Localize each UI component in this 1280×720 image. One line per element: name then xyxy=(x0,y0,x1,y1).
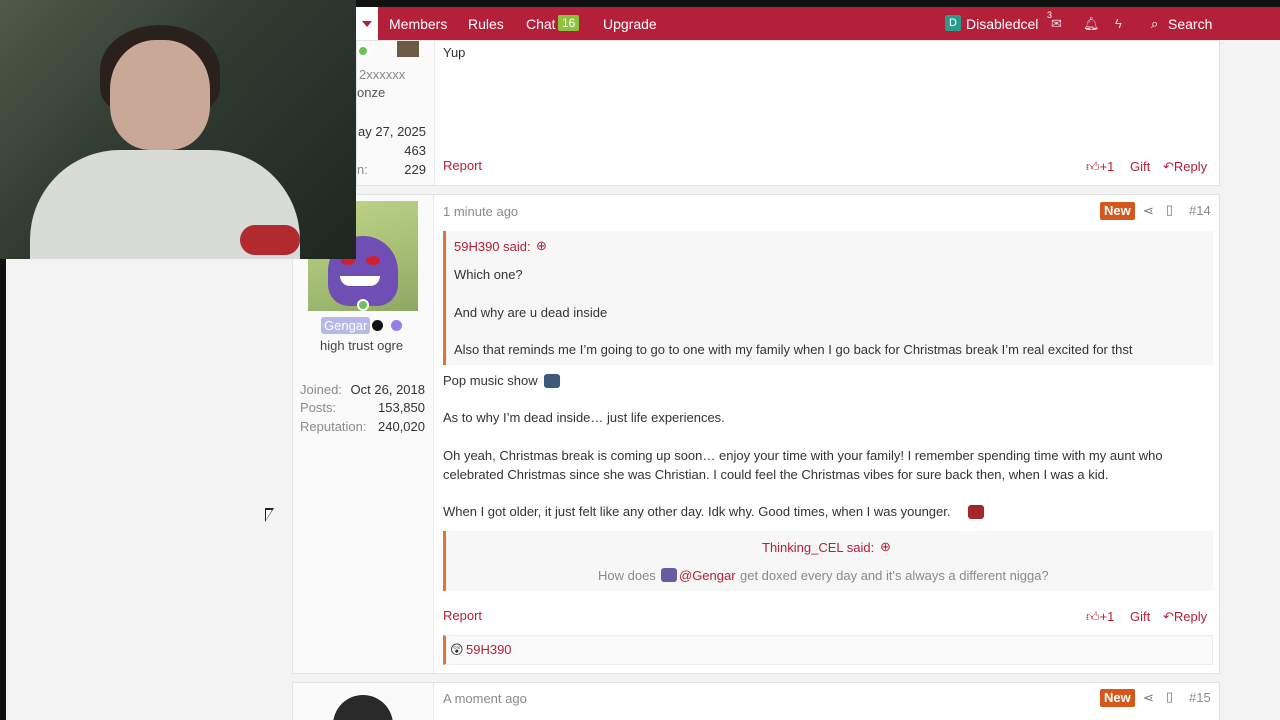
reaction-user[interactable]: 59H390 xyxy=(466,642,512,657)
new-badge: New xyxy=(1100,689,1135,707)
post-13-posts: 463 xyxy=(404,143,426,158)
nav-username[interactable]: Disabledcel xyxy=(966,16,1038,32)
post-13-rep-label: n: xyxy=(357,162,368,177)
reply-label: Reply xyxy=(1173,609,1208,624)
post-13-sidebar: 2xxxxxx onze ay 27, 2025 463 n: 229 xyxy=(357,41,435,185)
quote-author[interactable]: Thinking_CEL said: xyxy=(762,540,874,555)
post-13-avatar[interactable] xyxy=(397,41,419,57)
post-number[interactable]: #14 xyxy=(1189,203,1211,218)
post-15-sidebar xyxy=(293,683,434,720)
reply-icon: ↶ xyxy=(1163,159,1174,174)
right-margin xyxy=(1220,40,1280,720)
quote-line: Also that reminds me I’m going to go to … xyxy=(454,342,1133,357)
joined-label: Joined: xyxy=(300,382,342,397)
nav-search[interactable]: Search xyxy=(1168,16,1212,32)
tv-emoji-icon xyxy=(544,374,560,388)
nav-chat[interactable]: Chat xyxy=(526,16,556,32)
quote-line: And why are u dead inside xyxy=(454,305,608,320)
trust-badge-icon xyxy=(391,320,402,331)
post-15-timestamp[interactable]: A moment ago xyxy=(443,691,527,706)
post-14-username[interactable]: Gengar xyxy=(321,317,371,334)
quote-author[interactable]: 59H390 said: xyxy=(454,239,531,254)
post-15-avatar[interactable] xyxy=(333,695,393,720)
quote-block: 59H390 said: ⊕ Which one? And why are u … xyxy=(443,231,1213,365)
reply-label: Reply xyxy=(1173,159,1208,174)
top-navbar: Members Rules Chat 16 Upgrade D Disabled… xyxy=(356,7,1280,40)
post-body-line: When I got older, it just felt like any … xyxy=(443,504,951,519)
post-14: Gengar high trust ogre Joined: Oct 26, 2… xyxy=(292,194,1220,674)
gift-emoji-icon xyxy=(968,505,984,519)
like-label: +1 xyxy=(1099,609,1115,624)
quote-text-prefix: How does xyxy=(598,568,656,583)
share-icon[interactable]: ⋖ xyxy=(1143,690,1154,706)
search-icon[interactable]: ⌕ xyxy=(1151,16,1158,32)
mouse-cursor-icon xyxy=(265,508,274,522)
post-number[interactable]: #15 xyxy=(1189,690,1211,705)
online-indicator xyxy=(357,45,369,57)
bookmark-icon[interactable]: ▯ xyxy=(1166,202,1173,218)
post-13-username[interactable]: 2xxxxxx xyxy=(359,67,405,82)
user-avatar[interactable]: D xyxy=(945,15,961,31)
reply-icon: ↶ xyxy=(1163,609,1174,624)
quote-block: Thinking_CEL said: ⊕ How does @Gengar ge… xyxy=(443,531,1213,591)
reputation-count: 240,020 xyxy=(378,419,425,434)
post-body-line: celebrated Christmas since she was Chris… xyxy=(443,467,1109,482)
inbox-count-badge: 3 xyxy=(1047,10,1053,20)
emoji-icon xyxy=(661,568,677,582)
webcam-overlay xyxy=(0,0,356,259)
verified-badge-icon xyxy=(372,320,383,331)
posts-count: 153,850 xyxy=(378,400,425,415)
post-body-line: Pop music show xyxy=(443,373,538,388)
thumbs-up-icon: 👍︎ xyxy=(1086,609,1100,624)
like-button[interactable]: 👍︎+1 xyxy=(1086,609,1114,625)
bell-icon[interactable]: 🔔︎ xyxy=(1083,16,1100,32)
nav-upgrade[interactable]: Upgrade xyxy=(603,16,657,32)
post-body-line: As to why I’m dead inside… just life exp… xyxy=(443,410,725,425)
quote-text-suffix: get doxed every day and it's always a di… xyxy=(740,568,1049,583)
webcam-person-sleeve xyxy=(240,225,300,255)
inbox-icon[interactable]: ✉ xyxy=(1051,16,1062,32)
like-label: +1 xyxy=(1099,159,1115,174)
nav-dropdown-toggle[interactable] xyxy=(356,7,378,40)
post-13-joined: ay 27, 2025 xyxy=(358,124,426,139)
share-icon[interactable]: ⋖ xyxy=(1143,203,1154,219)
reputation-label: Reputation: xyxy=(300,419,367,434)
report-link[interactable]: Report xyxy=(443,158,482,173)
wow-reaction-icon: 😲︎ xyxy=(450,642,464,657)
post-13-body: Yup xyxy=(443,45,466,60)
online-indicator xyxy=(357,299,369,311)
post-14-sidebar: Gengar high trust ogre Joined: Oct 26, 2… xyxy=(293,195,434,673)
post-14-user-title: high trust ogre xyxy=(320,338,404,353)
post-13-rank: onze xyxy=(357,85,386,100)
bookmark-icon[interactable]: ▯ xyxy=(1166,689,1173,705)
expand-quote-icon[interactable]: ⊕ xyxy=(880,539,891,555)
post-14-timestamp[interactable]: 1 minute ago xyxy=(443,204,518,219)
reply-button[interactable]: ↶Reply xyxy=(1163,159,1207,175)
reactions-bar[interactable]: 😲︎ 59H390 xyxy=(443,635,1213,665)
expand-quote-icon[interactable]: ⊕ xyxy=(536,238,547,254)
thumbs-up-icon: 👍︎ xyxy=(1086,159,1100,174)
quote-line: Which one? xyxy=(454,267,523,282)
webcam-person-face xyxy=(110,40,210,150)
like-button[interactable]: 👍︎+1 xyxy=(1086,159,1114,175)
gift-button[interactable]: Gift xyxy=(1130,609,1150,624)
report-link[interactable]: Report xyxy=(443,608,482,623)
avatar-mouth xyxy=(340,276,380,286)
chat-count-badge: 16 xyxy=(558,15,580,31)
new-badge: New xyxy=(1100,202,1135,220)
mention-link[interactable]: @Gengar xyxy=(679,568,736,583)
reply-button[interactable]: ↶Reply xyxy=(1163,609,1207,625)
post-body-line: Oh yeah, Christmas break is coming up so… xyxy=(443,448,1163,463)
joined-date: Oct 26, 2018 xyxy=(350,382,425,397)
post-13: 2xxxxxx onze ay 27, 2025 463 n: 229 Yup … xyxy=(356,40,1220,186)
nav-members[interactable]: Members xyxy=(389,16,447,32)
post-13-reputation: 229 xyxy=(404,162,426,177)
left-edge-bar xyxy=(0,259,6,720)
posts-label: Posts: xyxy=(300,400,337,415)
nav-rules[interactable]: Rules xyxy=(468,16,504,32)
gift-button[interactable]: Gift xyxy=(1130,159,1150,174)
post-15: A moment ago New ⋖ ▯ #15 xyxy=(292,682,1220,720)
bolt-icon[interactable]: ϟ xyxy=(1115,16,1122,31)
avatar-eye xyxy=(366,256,380,265)
